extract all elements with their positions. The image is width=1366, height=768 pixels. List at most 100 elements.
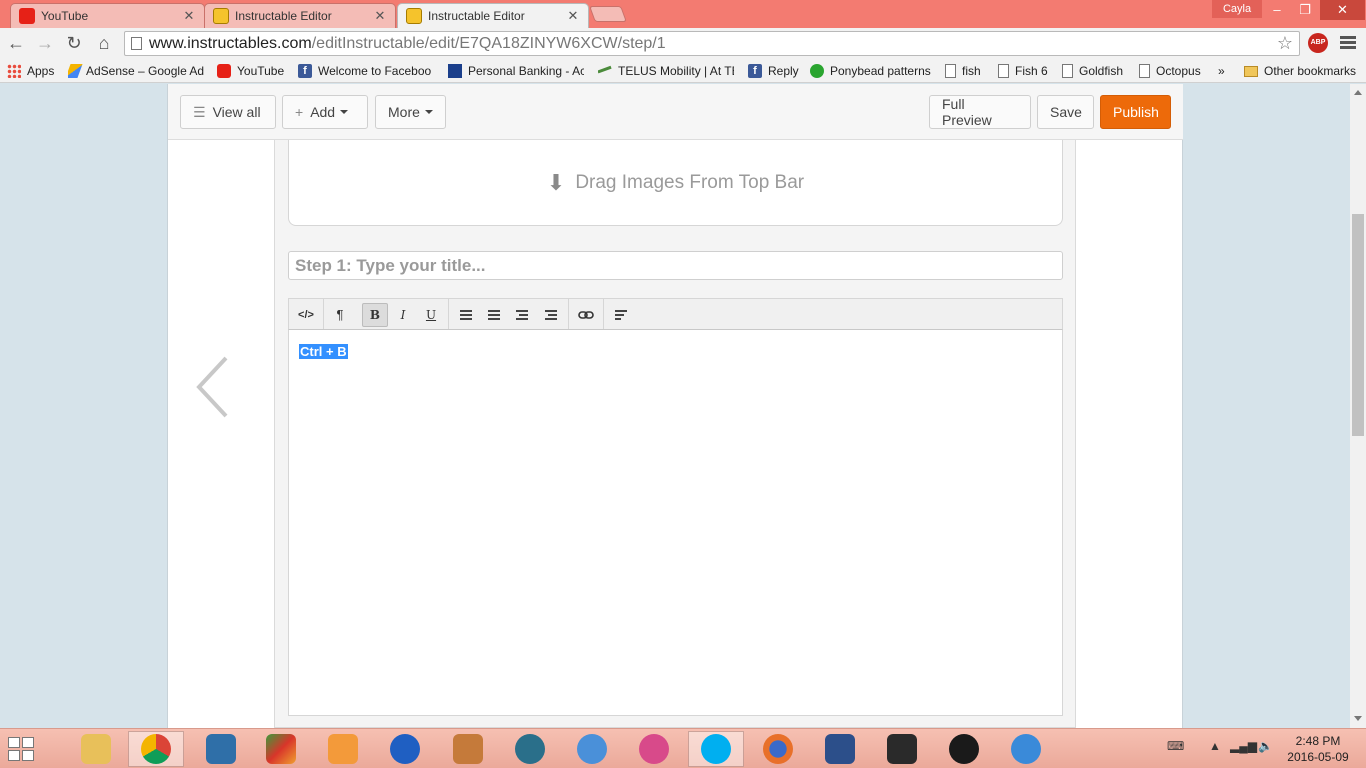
itunes-icon[interactable] <box>626 731 682 767</box>
file-explorer-icon[interactable] <box>68 731 124 767</box>
step-title-input[interactable]: Step 1: Type your title... <box>288 251 1063 280</box>
paragraph-format-button[interactable]: ¶ <box>327 303 353 327</box>
scroll-down-icon[interactable] <box>1354 716 1362 721</box>
image-drop-zone[interactable]: ⬇ Drag Images From Top Bar <box>288 140 1063 226</box>
add-label: Add <box>310 104 336 120</box>
tab-youtube[interactable]: YouTube ✕ <box>10 3 205 28</box>
forward-icon[interactable]: → <box>33 32 57 54</box>
adblock-plus-icon[interactable]: ABP <box>1308 33 1328 53</box>
bookmark-ponybead[interactable]: Ponybead patterns <box>810 62 931 80</box>
scroll-up-icon[interactable] <box>1354 90 1362 95</box>
wondershare-icon[interactable] <box>193 731 249 767</box>
page-scrollbar[interactable] <box>1350 84 1366 728</box>
minimize-icon[interactable]: ‒ <box>1262 0 1292 20</box>
bookmark-telus[interactable]: TELUS Mobility | At TE <box>598 62 734 80</box>
scroll-thumb[interactable] <box>1352 214 1364 436</box>
telus-icon <box>598 65 613 77</box>
step-body-editor[interactable]: Ctrl + B <box>288 330 1063 716</box>
tab-title: Instructable Editor <box>235 9 332 23</box>
facebook-icon: f <box>298 64 312 78</box>
bookmark-goldfish[interactable]: Goldfish <box>1062 62 1123 80</box>
bookmark-label: Welcome to Faceboo <box>318 64 432 78</box>
restore-icon[interactable]: ❐ <box>1290 0 1320 20</box>
profile-button[interactable]: Cayla <box>1212 0 1262 18</box>
tab-title: YouTube <box>41 9 89 23</box>
other-bookmarks[interactable]: Other bookmarks <box>1244 62 1356 80</box>
more-label: More <box>388 104 420 120</box>
back-icon[interactable]: ← <box>4 32 28 54</box>
caret-down-icon <box>424 110 433 114</box>
more-button[interactable]: More <box>375 95 446 129</box>
toolbar-separator <box>603 299 604 329</box>
selected-text[interactable]: Ctrl + B <box>299 344 348 359</box>
close-icon[interactable]: ✕ <box>566 8 580 24</box>
add-button[interactable]: + Add <box>282 95 368 129</box>
instructables-robot-icon <box>213 8 229 24</box>
new-tab-button[interactable] <box>589 6 627 22</box>
bookmark-reply[interactable]: f Reply <box>748 62 799 80</box>
bulleted-list-icon[interactable] <box>453 303 479 327</box>
bookmark-fish-6[interactable]: Fish 6 <box>998 62 1048 80</box>
bookmark-adsense[interactable]: AdSense – Google Ad <box>68 62 204 80</box>
bookmark-label: TELUS Mobility | At TE <box>618 64 734 78</box>
youtube-icon <box>217 64 231 78</box>
game-app-icon[interactable] <box>440 731 496 767</box>
taskbar-clock[interactable]: 2:48 PM 2016-05-09 <box>1286 733 1350 765</box>
list-icon: ☰ <box>193 103 206 120</box>
rich-text-toolbar: </> ¶ B I U <box>288 298 1063 330</box>
media-player-icon[interactable] <box>315 731 371 767</box>
address-bar[interactable]: www.instructables.com/editInstructable/e… <box>124 31 1300 56</box>
view-all-button[interactable]: ☰ View all <box>180 95 276 129</box>
outdent-icon[interactable] <box>509 303 535 327</box>
underline-button[interactable]: U <box>418 303 444 327</box>
network-icon[interactable]: ▂▄▆ <box>1230 739 1257 753</box>
page-icon <box>131 37 142 50</box>
keyboard-icon[interactable]: ⌨ <box>1167 739 1184 753</box>
bookmark-personal-banking[interactable]: Personal Banking - Ac <box>448 62 584 80</box>
window-close-icon[interactable]: ✕ <box>1320 0 1365 20</box>
align-icon[interactable] <box>608 303 634 327</box>
remote-desktop-icon[interactable] <box>812 731 868 767</box>
bookmarks-overflow-button[interactable]: » <box>1218 62 1225 80</box>
itunes-alt-icon[interactable] <box>564 731 620 767</box>
green-circle-icon <box>810 64 824 78</box>
video-editor-icon[interactable] <box>502 731 558 767</box>
previous-step-arrow-icon[interactable] <box>196 356 228 418</box>
tray-expand-icon[interactable]: ▲ <box>1209 739 1221 753</box>
html-source-button[interactable]: </> <box>293 303 319 327</box>
reload-icon[interactable]: ↻ <box>62 32 86 54</box>
windows-start-icon[interactable] <box>8 737 36 763</box>
publish-button[interactable]: Publish <box>1100 95 1171 129</box>
bookmark-youtube[interactable]: YouTube <box>217 62 284 80</box>
indent-icon[interactable] <box>538 303 564 327</box>
link-icon[interactable] <box>573 303 599 327</box>
volume-icon[interactable]: 🔈 <box>1258 739 1273 753</box>
home-icon[interactable]: ⌂ <box>92 32 116 54</box>
bookmark-apps[interactable]: Apps <box>7 62 54 80</box>
bookmarks-bar: Apps AdSense – Google Ad YouTube f Welcom… <box>0 58 1366 83</box>
hypercam-icon[interactable] <box>874 731 930 767</box>
bold-button[interactable]: B <box>362 303 388 327</box>
bookmark-facebook[interactable]: f Welcome to Faceboo <box>298 62 434 80</box>
tab-instructable-editor[interactable]: Instructable Editor ✕ <box>204 3 396 28</box>
chrome-menu-icon[interactable] <box>1340 34 1356 52</box>
italic-button[interactable]: I <box>390 303 416 327</box>
rbc-icon <box>448 64 462 78</box>
malwarebytes-icon[interactable] <box>377 731 433 767</box>
numbered-list-icon[interactable] <box>481 303 507 327</box>
safari-icon[interactable] <box>998 731 1054 767</box>
tab-instructable-editor-active[interactable]: Instructable Editor ✕ <box>397 3 589 28</box>
bookmark-fish[interactable]: fish <box>945 62 981 80</box>
bookmark-label: Personal Banking - Ac <box>468 64 584 78</box>
bookmark-octopus[interactable]: Octopus <box>1139 62 1201 80</box>
video-player-icon[interactable] <box>936 731 992 767</box>
bookmark-star-icon[interactable]: ☆ <box>1277 32 1293 55</box>
close-icon[interactable]: ✕ <box>182 8 196 24</box>
close-icon[interactable]: ✕ <box>373 8 387 24</box>
skype-icon[interactable] <box>688 731 744 767</box>
firefox-icon[interactable] <box>750 731 806 767</box>
chrome-icon[interactable] <box>128 731 184 767</box>
save-button[interactable]: Save <box>1037 95 1094 129</box>
photo-app-icon[interactable] <box>253 731 309 767</box>
full-preview-button[interactable]: Full Preview <box>929 95 1031 129</box>
